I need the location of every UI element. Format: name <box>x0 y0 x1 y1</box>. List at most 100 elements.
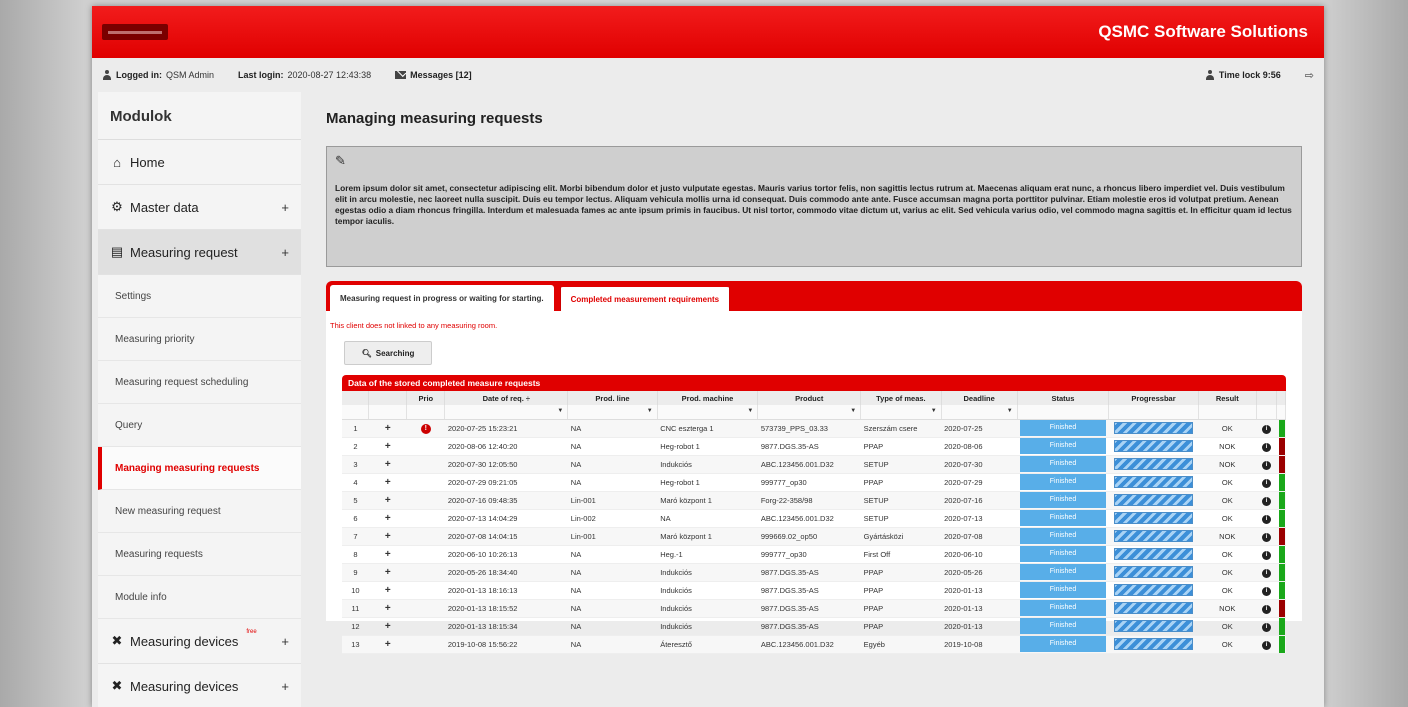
info-icon[interactable]: i <box>1261 424 1271 434</box>
table-row[interactable]: 9 +2020-05-26 18:34:40 NA Indukciós 9877.DGS… <box>342 563 1286 582</box>
column-header[interactable]: Prod. line <box>567 391 658 405</box>
expand-cell[interactable]: + <box>368 419 407 438</box>
info-icon[interactable]: i <box>1261 514 1271 524</box>
info-icon[interactable]: i <box>1261 622 1271 632</box>
cell-info[interactable]: i <box>1256 473 1277 492</box>
edit-icon[interactable]: ✎ <box>335 153 1293 175</box>
table-row[interactable]: 12 +2020-01-13 18:15:34 NA Indukciós 9877.DG… <box>342 617 1286 636</box>
cell-info[interactable]: i <box>1256 599 1277 618</box>
column-header[interactable]: Date of req. ÷ <box>444 391 569 405</box>
table-row[interactable]: 11 +2020-01-13 18:15:52 NA Indukciós 9877.DG… <box>342 599 1286 618</box>
info-icon[interactable]: i <box>1261 460 1271 470</box>
sidebar-sub-managing-requests[interactable]: Managing measuring requests <box>98 447 301 490</box>
column-header[interactable]: Result <box>1198 391 1257 405</box>
info-icon[interactable]: i <box>1261 568 1271 578</box>
table-row[interactable]: 10 +2020-01-13 18:16:13 NA Indukciós 9877.DG… <box>342 581 1286 600</box>
filter-cell[interactable]: ▼ <box>941 405 1018 420</box>
sidebar-sub-settings[interactable]: Settings <box>98 275 301 318</box>
expand-cell[interactable]: + <box>368 563 407 582</box>
column-header[interactable]: Status <box>1017 391 1110 405</box>
sidebar-item-measuring-devices-free[interactable]: ✖ Measuring devices free + <box>98 619 301 664</box>
cell-info[interactable]: i <box>1256 527 1277 546</box>
sidebar-item-home[interactable]: ⌂ Home <box>98 140 301 185</box>
expand-row-icon[interactable]: + <box>385 441 391 452</box>
expand-cell[interactable]: + <box>368 473 407 492</box>
sidebar-item-measuring-devices[interactable]: ✖ Measuring devices + <box>98 664 301 707</box>
expand-row-icon[interactable]: + <box>385 513 391 524</box>
expand-row-icon[interactable]: + <box>385 639 391 650</box>
table-row[interactable]: 3 +2020-07-30 12:05:50 NA Indukciós ABC.1234… <box>342 455 1286 474</box>
cell-info[interactable]: i <box>1256 455 1277 474</box>
search-button[interactable]: 🔍︎ Searching <box>344 341 432 365</box>
sidebar-sub-measuring-requests[interactable]: Measuring requests <box>98 533 301 576</box>
table-row[interactable]: 1 +! 2020-07-25 15:23:21 NA CNC esztergа 1 57… <box>342 419 1286 438</box>
info-icon[interactable]: i <box>1261 586 1271 596</box>
expand-cell[interactable]: + <box>368 635 407 654</box>
cell-info[interactable]: i <box>1256 635 1277 654</box>
table-row[interactable]: 4 +2020-07-29 09:21:05 NA Heg-robot 1 999777… <box>342 473 1286 492</box>
expand-row-icon[interactable]: + <box>385 549 391 560</box>
filter-cell[interactable]: ▼ <box>657 405 759 420</box>
expand-row-icon[interactable]: + <box>385 459 391 470</box>
sidebar-item-master-data[interactable]: ⚙ Master data + <box>98 185 301 230</box>
expand-row-icon[interactable]: + <box>385 477 391 488</box>
filter-cell[interactable]: ▼ <box>444 405 569 420</box>
tab-in-progress[interactable]: Measuring request in progress or waiting… <box>330 285 554 311</box>
expand-cell[interactable]: + <box>368 527 407 546</box>
cell-info[interactable]: i <box>1256 545 1277 564</box>
info-icon[interactable]: i <box>1261 550 1271 560</box>
expand-cell[interactable]: + <box>368 599 407 618</box>
expand-row-icon[interactable]: + <box>385 585 391 596</box>
info-icon[interactable]: i <box>1261 442 1271 452</box>
expand-row-icon[interactable]: + <box>385 621 391 632</box>
expand-cell[interactable]: + <box>368 455 407 474</box>
sidebar-sub-module-info[interactable]: Module info <box>98 576 301 619</box>
expand-row-icon[interactable]: + <box>385 495 391 506</box>
expand-cell[interactable]: + <box>368 581 407 600</box>
table-row[interactable]: 7 +2020-07-08 14:04:15 Lin-001 Maró központ… <box>342 527 1286 546</box>
column-header[interactable]: Deadline <box>941 391 1018 405</box>
expand-cell[interactable]: + <box>368 509 407 528</box>
expand-cell[interactable]: + <box>368 437 407 456</box>
cell-info[interactable]: i <box>1256 491 1277 510</box>
expand-cell[interactable]: + <box>368 491 407 510</box>
sidebar-sub-new-request[interactable]: New measuring request <box>98 490 301 533</box>
info-icon[interactable]: i <box>1261 496 1271 506</box>
tab-completed[interactable]: Completed measurement requirements <box>559 285 731 311</box>
logout-icon[interactable]: ⇨ <box>1305 69 1314 82</box>
info-icon[interactable]: i <box>1261 604 1271 614</box>
cell-info[interactable]: i <box>1256 617 1277 636</box>
expand-row-icon[interactable]: + <box>385 423 391 434</box>
expand-cell[interactable]: + <box>368 545 407 564</box>
column-header[interactable]: Product <box>757 391 862 405</box>
expand-row-icon[interactable]: + <box>385 567 391 578</box>
messages-link[interactable]: Messages [12] <box>395 70 472 80</box>
expand-cell[interactable]: + <box>368 617 407 636</box>
sidebar-item-measuring-request[interactable]: ▤ Measuring request + <box>98 230 301 275</box>
info-icon[interactable]: i <box>1261 640 1271 650</box>
cell-info[interactable]: i <box>1256 419 1277 438</box>
table-row[interactable]: 5 +2020-07-16 09:48:35 Lin-001 Maró központ… <box>342 491 1286 510</box>
filter-cell[interactable]: ▼ <box>567 405 658 420</box>
table-row[interactable]: 6 +2020-07-13 14:04:29 Lin-002 NA ABC.123456… <box>342 509 1286 528</box>
column-header[interactable]: Progressbar <box>1108 391 1199 405</box>
table-row[interactable]: 13 +2019-10-08 15:56:22 NA Áteresztő ABC.123… <box>342 635 1286 654</box>
column-header[interactable]: Type of meas. <box>860 391 942 405</box>
filter-cell[interactable]: ▼ <box>757 405 862 420</box>
sidebar-sub-measuring-priority[interactable]: Measuring priority <box>98 318 301 361</box>
cell-info[interactable]: i <box>1256 437 1277 456</box>
info-icon[interactable]: i <box>1261 532 1271 542</box>
expand-row-icon[interactable]: + <box>385 603 391 614</box>
table-row[interactable]: 8 +2020-06-10 10:26:13 NA Heg.-1 999777_op30… <box>342 545 1286 564</box>
column-header[interactable]: Prod. machine <box>657 391 759 405</box>
filter-cell[interactable]: ▼ <box>860 405 942 420</box>
cell-info[interactable]: i <box>1256 509 1277 528</box>
cell-info[interactable]: i <box>1256 581 1277 600</box>
expand-row-icon[interactable]: + <box>385 531 391 542</box>
cell-info[interactable]: i <box>1256 563 1277 582</box>
info-icon[interactable]: i <box>1261 478 1271 488</box>
sidebar-sub-request-scheduling[interactable]: Measuring request scheduling <box>98 361 301 404</box>
column-header[interactable]: Prio <box>406 391 446 405</box>
sidebar-sub-query[interactable]: Query <box>98 404 301 447</box>
table-row[interactable]: 2 +2020-08-06 12:40:20 NA Heg-robot 1 9877.D… <box>342 437 1286 456</box>
